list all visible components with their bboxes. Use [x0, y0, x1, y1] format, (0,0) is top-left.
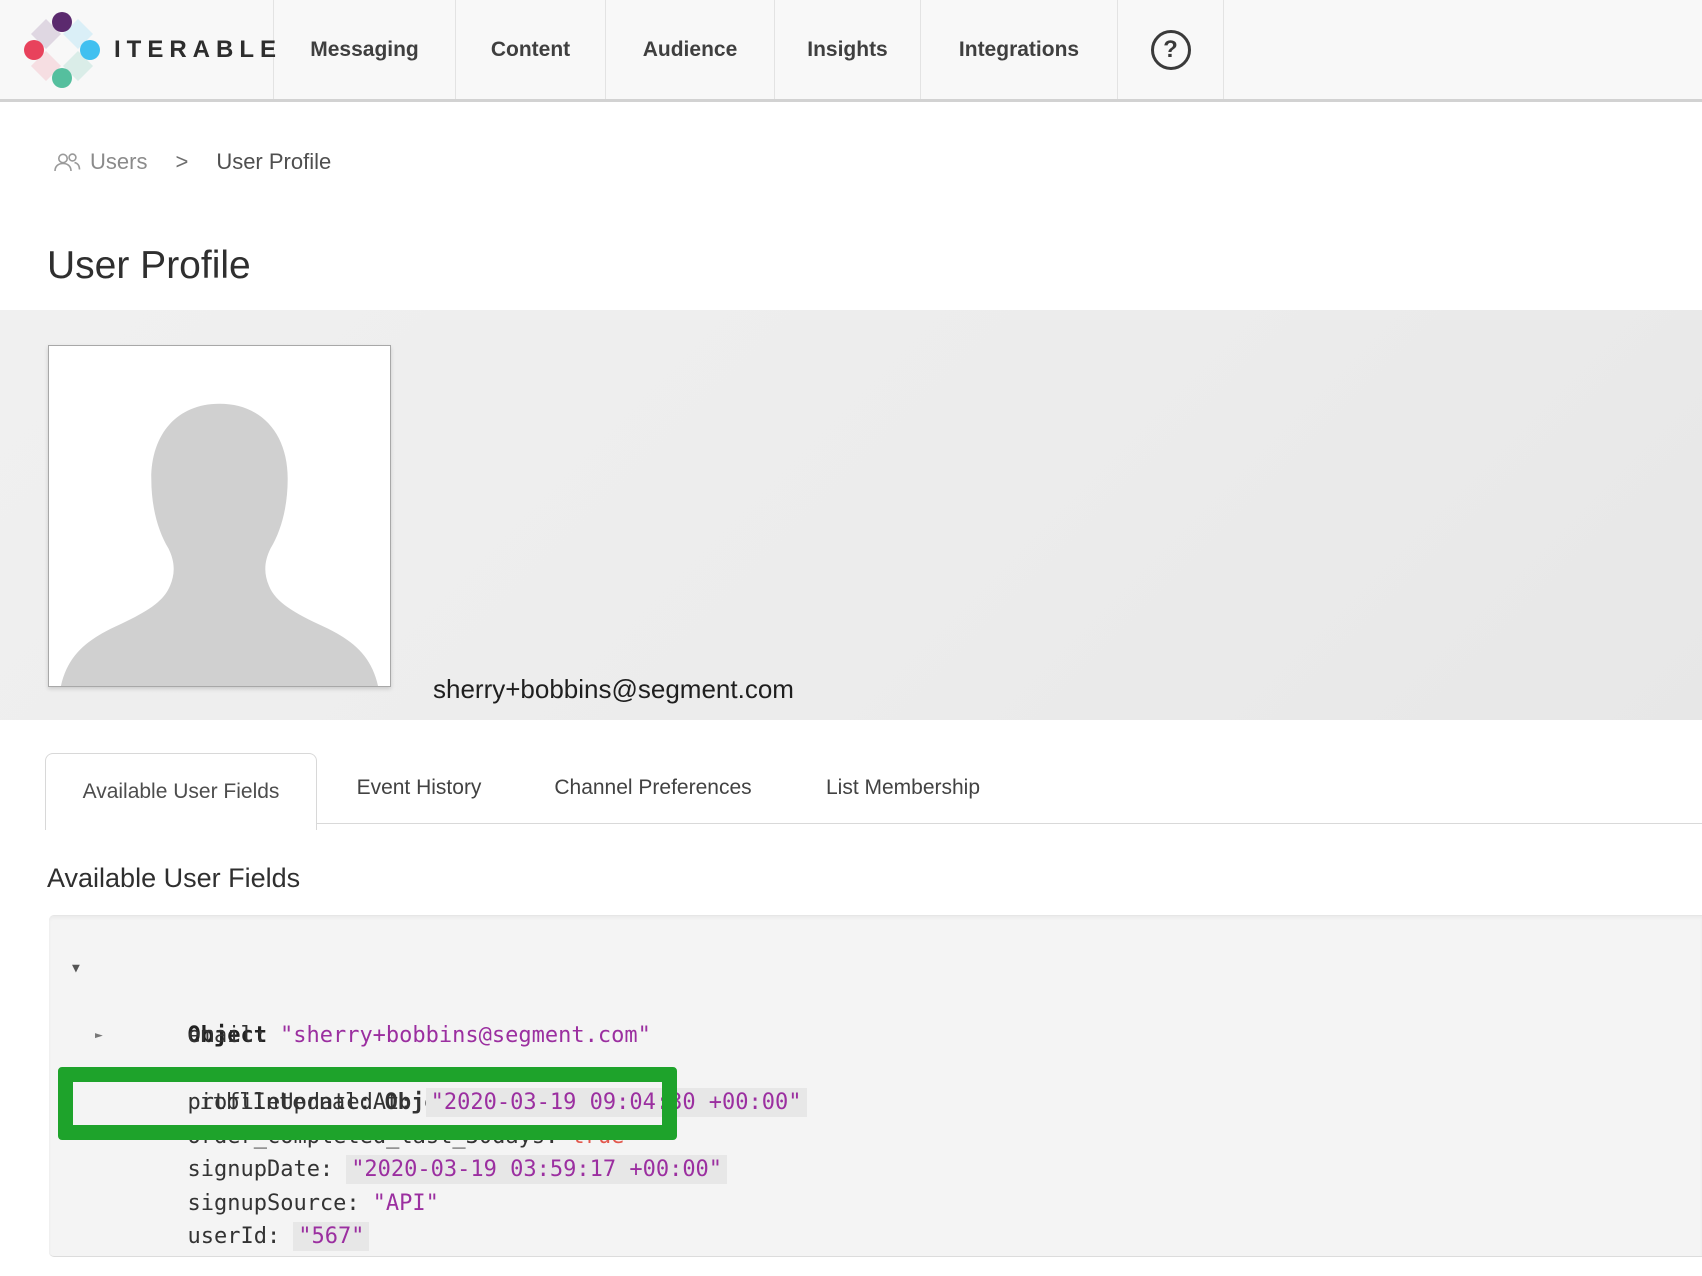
- nav-item-content[interactable]: Content: [456, 0, 606, 99]
- fields-section-heading: Available User Fields: [47, 863, 300, 894]
- nav-item-insights[interactable]: Insights: [775, 0, 921, 99]
- user-fields-json-panel: ▼ Object email:"sherry+bobbins@segment.c…: [49, 915, 1702, 1257]
- breadcrumb: Users > User Profile: [53, 146, 331, 178]
- breadcrumb-users-label: Users: [90, 149, 147, 175]
- collapse-triangle-icon[interactable]: ▼: [72, 952, 80, 986]
- avatar-placeholder-icon: [49, 346, 390, 686]
- breadcrumb-current: User Profile: [216, 149, 331, 175]
- breadcrumb-chevron-icon: >: [161, 149, 202, 175]
- nav-item-integrations[interactable]: Integrations: [921, 0, 1118, 99]
- profile-email: sherry+bobbins@segment.com: [433, 674, 794, 705]
- tab-available-user-fields[interactable]: Available User Fields: [45, 753, 317, 830]
- page-title: User Profile: [47, 244, 251, 288]
- field-key: userId:: [187, 1224, 280, 1249]
- field-row-userid: userId:"567": [49, 1187, 1702, 1221]
- users-icon: [53, 151, 81, 173]
- tab-channel-preferences[interactable]: Channel Preferences: [554, 772, 751, 804]
- tab-event-history[interactable]: Event History: [357, 772, 482, 804]
- tree-root-row: ▼ Object: [49, 952, 1702, 986]
- tab-list-membership[interactable]: List Membership: [826, 772, 980, 804]
- nav-item-audience[interactable]: Audience: [606, 0, 775, 99]
- top-nav: ITERABLE Messaging Content Audience Insi…: [0, 0, 1702, 102]
- nav-item-messaging[interactable]: Messaging: [274, 0, 456, 99]
- help-icon: ?: [1151, 30, 1191, 70]
- brand-name: ITERABLE: [114, 36, 282, 64]
- field-row-itblinternal: ► itblInternal:Object: [49, 1019, 1702, 1053]
- iterable-logo[interactable]: ITERABLE: [0, 0, 274, 99]
- expand-triangle-icon[interactable]: ►: [95, 1019, 103, 1053]
- field-value: "567": [293, 1222, 369, 1251]
- field-row-signupdate: signupDate:"2020-03-19 03:59:17 +00:00": [49, 1120, 1702, 1154]
- profile-hero: sherry+bobbins@segment.com: [0, 310, 1702, 720]
- field-row-signupsource: signupSource:"API": [49, 1153, 1702, 1187]
- avatar: [48, 345, 391, 687]
- field-row-profileupdatedat: profileUpdatedAt:"2020-03-19 09:04:30 +0…: [49, 1053, 1702, 1087]
- field-row-order-completed-last-30days: order_completed_last_30days:true: [49, 1086, 1702, 1120]
- help-button[interactable]: ?: [1118, 0, 1224, 99]
- field-row-email: email:"sherry+bobbins@segment.com": [49, 986, 1702, 1020]
- user-profile-screen: ITERABLE Messaging Content Audience Insi…: [0, 0, 1702, 1276]
- iterable-logo-icon: [24, 12, 100, 88]
- breadcrumb-users-link[interactable]: Users: [53, 149, 147, 175]
